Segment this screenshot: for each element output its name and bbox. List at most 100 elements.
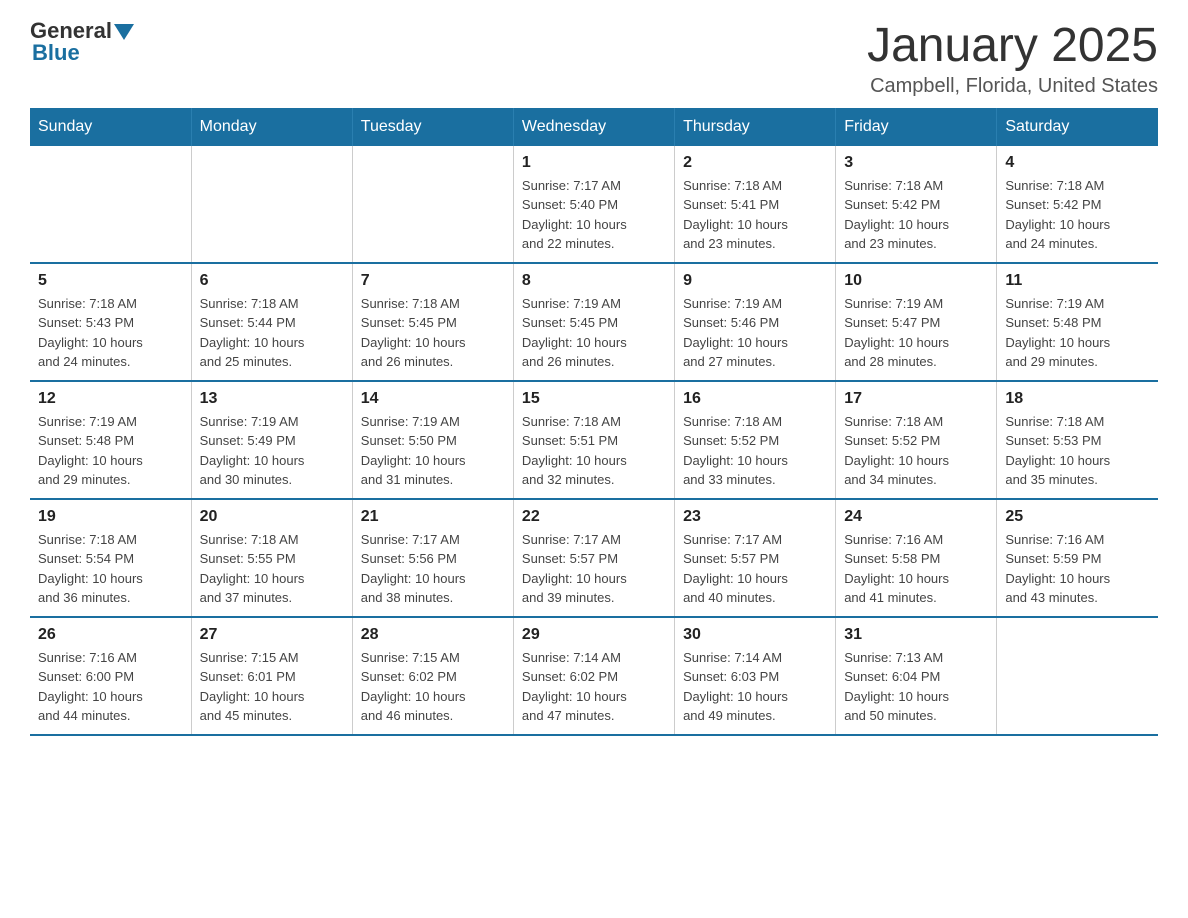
calendar-cell (352, 146, 513, 263)
day-info: Sunrise: 7:18 AMSunset: 5:55 PMDaylight:… (200, 530, 344, 608)
day-info: Sunrise: 7:16 AMSunset: 5:58 PMDaylight:… (844, 530, 988, 608)
day-number: 12 (38, 390, 183, 408)
day-info: Sunrise: 7:13 AMSunset: 6:04 PMDaylight:… (844, 648, 988, 726)
day-number: 3 (844, 154, 988, 172)
logo: General Blue (30, 20, 134, 66)
location: Campbell, Florida, United States (867, 75, 1158, 98)
day-info: Sunrise: 7:19 AMSunset: 5:47 PMDaylight:… (844, 294, 988, 372)
day-number: 20 (200, 508, 344, 526)
day-info: Sunrise: 7:19 AMSunset: 5:46 PMDaylight:… (683, 294, 827, 372)
calendar-cell: 10 Sunrise: 7:19 AMSunset: 5:47 PMDayligh… (836, 263, 997, 381)
calendar-cell: 11Sunrise: 7:19 AMSunset: 5:48 PMDayligh… (997, 263, 1158, 381)
calendar-cell: 7 Sunrise: 7:18 AMSunset: 5:45 PMDaylight… (352, 263, 513, 381)
day-number: 26 (38, 626, 183, 644)
day-number: 6 (200, 272, 344, 290)
day-info: Sunrise: 7:18 AMSunset: 5:42 PMDaylight:… (844, 176, 988, 254)
day-info: Sunrise: 7:17 AMSunset: 5:57 PMDaylight:… (522, 530, 666, 608)
day-of-week-wednesday: Wednesday (513, 108, 674, 146)
calendar-cell: 25 Sunrise: 7:16 AMSunset: 5:59 PMDayligh… (997, 499, 1158, 617)
day-number: 24 (844, 508, 988, 526)
calendar-cell: 30 Sunrise: 7:14 AMSunset: 6:03 PMDayligh… (675, 617, 836, 735)
day-number: 28 (361, 626, 505, 644)
day-number: 9 (683, 272, 827, 290)
calendar-cell: 19Sunrise: 7:18 AMSunset: 5:54 PMDayligh… (30, 499, 191, 617)
day-number: 25 (1005, 508, 1150, 526)
day-info: Sunrise: 7:18 AMSunset: 5:45 PMDaylight:… (361, 294, 505, 372)
day-info: Sunrise: 7:16 AMSunset: 5:59 PMDaylight:… (1005, 530, 1150, 608)
calendar-cell: 21 Sunrise: 7:17 AMSunset: 5:56 PMDayligh… (352, 499, 513, 617)
day-info: Sunrise: 7:15 AMSunset: 6:01 PMDaylight:… (200, 648, 344, 726)
calendar-cell: 8Sunrise: 7:19 AMSunset: 5:45 PMDaylight… (513, 263, 674, 381)
day-info: Sunrise: 7:19 AMSunset: 5:49 PMDaylight:… (200, 412, 344, 490)
calendar-cell: 3 Sunrise: 7:18 AMSunset: 5:42 PMDaylight… (836, 146, 997, 263)
day-of-week-saturday: Saturday (997, 108, 1158, 146)
day-number: 15 (522, 390, 666, 408)
calendar-table: SundayMondayTuesdayWednesdayThursdayFrid… (30, 108, 1158, 736)
calendar-cell: 28 Sunrise: 7:15 AMSunset: 6:02 PMDayligh… (352, 617, 513, 735)
day-info: Sunrise: 7:19 AMSunset: 5:50 PMDaylight:… (361, 412, 505, 490)
calendar-cell: 6 Sunrise: 7:18 AMSunset: 5:44 PMDaylight… (191, 263, 352, 381)
day-info: Sunrise: 7:19 AMSunset: 5:45 PMDaylight:… (522, 294, 666, 372)
day-info: Sunrise: 7:14 AMSunset: 6:03 PMDaylight:… (683, 648, 827, 726)
calendar-body: 1Sunrise: 7:17 AMSunset: 5:40 PMDaylight… (30, 146, 1158, 735)
calendar-cell: 1Sunrise: 7:17 AMSunset: 5:40 PMDaylight… (513, 146, 674, 263)
day-number: 18 (1005, 390, 1150, 408)
logo-general: General (30, 20, 112, 42)
calendar-cell: 15 Sunrise: 7:18 AMSunset: 5:51 PMDayligh… (513, 381, 674, 499)
calendar-cell (997, 617, 1158, 735)
calendar-week-2: 5Sunrise: 7:18 AMSunset: 5:43 PMDaylight… (30, 263, 1158, 381)
calendar-cell: 26Sunrise: 7:16 AMSunset: 6:00 PMDayligh… (30, 617, 191, 735)
calendar-cell (191, 146, 352, 263)
day-info: Sunrise: 7:19 AMSunset: 5:48 PMDaylight:… (38, 412, 183, 490)
day-number: 10 (844, 272, 988, 290)
day-info: Sunrise: 7:17 AMSunset: 5:56 PMDaylight:… (361, 530, 505, 608)
calendar-cell: 2Sunrise: 7:18 AMSunset: 5:41 PMDaylight… (675, 146, 836, 263)
calendar-cell: 13 Sunrise: 7:19 AMSunset: 5:49 PMDayligh… (191, 381, 352, 499)
calendar-cell: 29 Sunrise: 7:14 AMSunset: 6:02 PMDayligh… (513, 617, 674, 735)
calendar-week-4: 19Sunrise: 7:18 AMSunset: 5:54 PMDayligh… (30, 499, 1158, 617)
day-number: 16 (683, 390, 827, 408)
day-number: 14 (361, 390, 505, 408)
calendar-cell: 4Sunrise: 7:18 AMSunset: 5:42 PMDaylight… (997, 146, 1158, 263)
day-info: Sunrise: 7:17 AMSunset: 5:57 PMDaylight:… (683, 530, 827, 608)
day-number: 31 (844, 626, 988, 644)
day-number: 29 (522, 626, 666, 644)
day-number: 27 (200, 626, 344, 644)
day-of-week-sunday: Sunday (30, 108, 191, 146)
logo-arrow-icon (114, 24, 134, 40)
calendar-cell: 20 Sunrise: 7:18 AMSunset: 5:55 PMDayligh… (191, 499, 352, 617)
calendar-cell: 18 Sunrise: 7:18 AMSunset: 5:53 PMDayligh… (997, 381, 1158, 499)
day-number: 30 (683, 626, 827, 644)
day-of-week-tuesday: Tuesday (352, 108, 513, 146)
day-of-week-friday: Friday (836, 108, 997, 146)
day-number: 13 (200, 390, 344, 408)
calendar-cell: 31 Sunrise: 7:13 AMSunset: 6:04 PMDayligh… (836, 617, 997, 735)
day-info: Sunrise: 7:18 AMSunset: 5:41 PMDaylight:… (683, 176, 827, 254)
calendar-cell: 22Sunrise: 7:17 AMSunset: 5:57 PMDayligh… (513, 499, 674, 617)
logo-blue: Blue (30, 40, 80, 66)
calendar-cell: 23Sunrise: 7:17 AMSunset: 5:57 PMDayligh… (675, 499, 836, 617)
day-info: Sunrise: 7:18 AMSunset: 5:52 PMDaylight:… (683, 412, 827, 490)
day-info: Sunrise: 7:17 AMSunset: 5:40 PMDaylight:… (522, 176, 666, 254)
calendar-cell: 17 Sunrise: 7:18 AMSunset: 5:52 PMDayligh… (836, 381, 997, 499)
day-info: Sunrise: 7:18 AMSunset: 5:53 PMDaylight:… (1005, 412, 1150, 490)
days-of-week-row: SundayMondayTuesdayWednesdayThursdayFrid… (30, 108, 1158, 146)
day-number: 17 (844, 390, 988, 408)
day-of-week-monday: Monday (191, 108, 352, 146)
day-of-week-thursday: Thursday (675, 108, 836, 146)
day-number: 21 (361, 508, 505, 526)
day-info: Sunrise: 7:14 AMSunset: 6:02 PMDaylight:… (522, 648, 666, 726)
day-info: Sunrise: 7:18 AMSunset: 5:44 PMDaylight:… (200, 294, 344, 372)
day-info: Sunrise: 7:19 AMSunset: 5:48 PMDaylight:… (1005, 294, 1150, 372)
calendar-cell: 14 Sunrise: 7:19 AMSunset: 5:50 PMDayligh… (352, 381, 513, 499)
day-info: Sunrise: 7:15 AMSunset: 6:02 PMDaylight:… (361, 648, 505, 726)
day-number: 5 (38, 272, 183, 290)
calendar-cell: 9 Sunrise: 7:19 AMSunset: 5:46 PMDaylight… (675, 263, 836, 381)
day-number: 4 (1005, 154, 1150, 172)
day-number: 7 (361, 272, 505, 290)
logo-text: General (30, 20, 134, 42)
calendar-cell: 16 Sunrise: 7:18 AMSunset: 5:52 PMDayligh… (675, 381, 836, 499)
day-info: Sunrise: 7:18 AMSunset: 5:51 PMDaylight:… (522, 412, 666, 490)
calendar-cell: 5Sunrise: 7:18 AMSunset: 5:43 PMDaylight… (30, 263, 191, 381)
day-info: Sunrise: 7:18 AMSunset: 5:52 PMDaylight:… (844, 412, 988, 490)
